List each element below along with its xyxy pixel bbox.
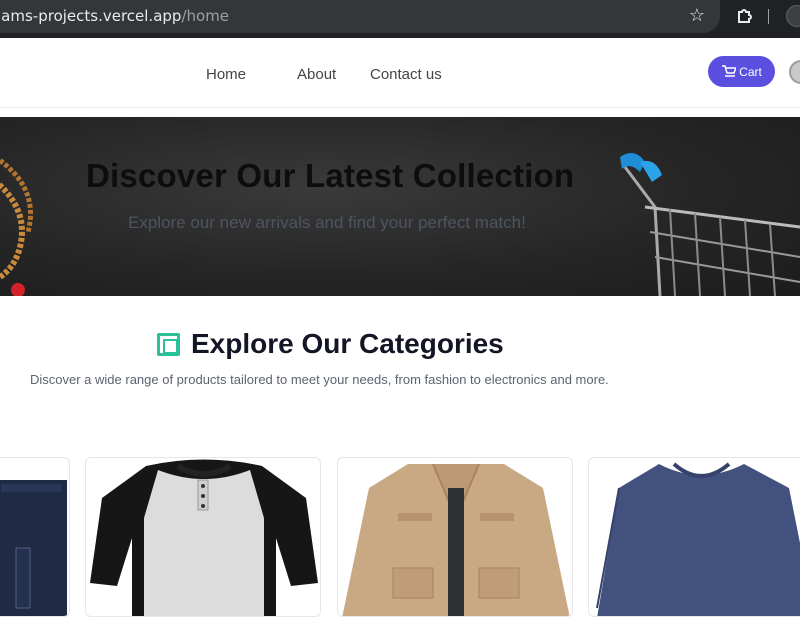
product-card[interactable] — [337, 457, 573, 617]
henley-shirt-image — [90, 459, 318, 616]
categories-title: Explore Our Categories — [191, 328, 504, 359]
toolbar-divider — [768, 9, 769, 24]
cart-icon — [722, 65, 737, 77]
cart-button[interactable]: Cart — [708, 56, 775, 87]
categories-subtitle: Discover a wide range of products tailor… — [30, 372, 609, 387]
jeans-image — [0, 480, 67, 616]
nav-link-home[interactable]: Home — [206, 66, 246, 83]
user-avatar[interactable] — [789, 60, 800, 84]
hero-title: Discover Our Latest Collection — [86, 157, 575, 194]
bookmark-star-icon[interactable]: ☆ — [686, 5, 708, 27]
extensions-puzzle-icon[interactable] — [735, 6, 755, 26]
product-card[interactable] — [0, 457, 70, 617]
cart-label: Cart — [739, 64, 762, 79]
shopping-cart-image — [620, 153, 800, 296]
jacket-image — [342, 463, 570, 616]
url-text[interactable]: aslams-projects.vercel.app/home — [0, 7, 229, 25]
categories-square-icon — [157, 333, 180, 356]
sweater-image — [596, 462, 800, 616]
site-navbar: Home About Contact us Cart — [0, 38, 800, 108]
product-card[interactable] — [85, 457, 321, 617]
rope-image — [0, 157, 34, 296]
nav-link-about[interactable]: About — [297, 66, 336, 83]
categories-header: Explore Our Categories — [0, 326, 800, 366]
profile-avatar-icon[interactable] — [786, 5, 800, 27]
browser-toolbar: aslams-projects.vercel.app/home ☆ — [0, 0, 800, 38]
hero-subtitle: Explore our new arrivals and find your p… — [128, 213, 526, 232]
nav-link-contact[interactable]: Contact us — [370, 66, 442, 83]
product-card[interactable] — [588, 457, 800, 617]
hero-banner: Discover Our Latest Collection Explore o… — [0, 117, 800, 296]
address-bar[interactable]: aslams-projects.vercel.app/home — [0, 0, 720, 33]
